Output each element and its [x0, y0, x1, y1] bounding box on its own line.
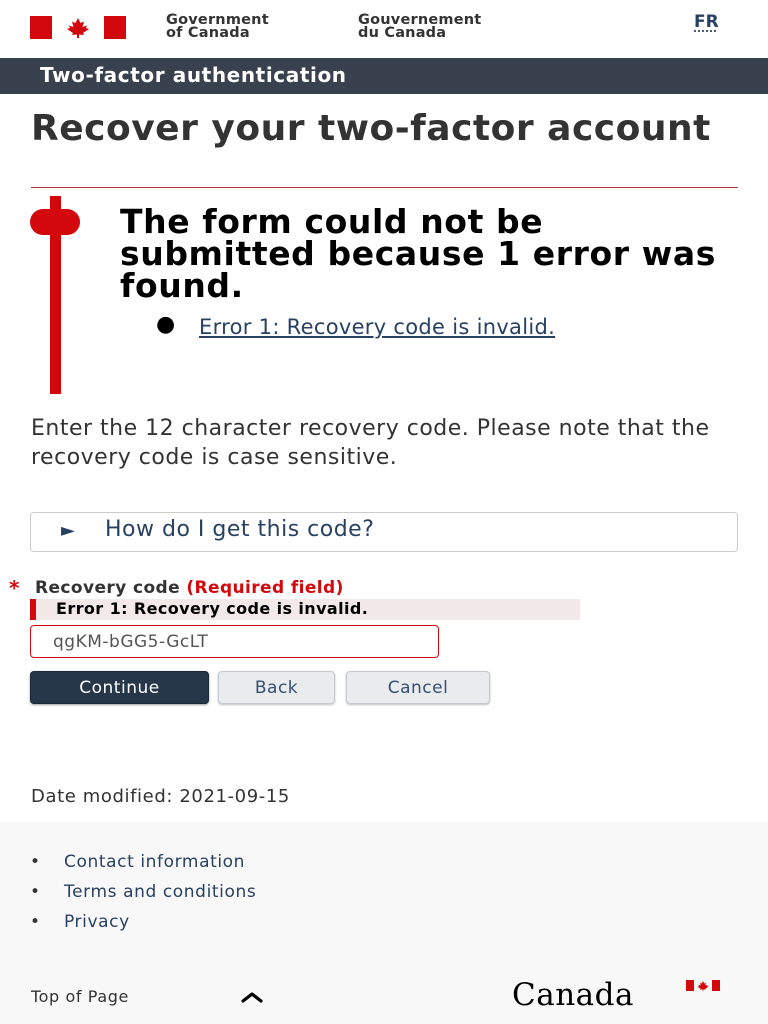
government-of-canada-signature-en: Government of Canada	[166, 13, 269, 41]
field-error-text: Error 1: Recovery code is invalid.	[56, 599, 369, 618]
contact-information-link[interactable]: Contact information	[64, 852, 245, 872]
terms-and-conditions-link[interactable]: Terms and conditions	[64, 882, 256, 902]
error-list-bullet: ●	[156, 312, 176, 337]
top-of-page-link[interactable]: Top of Page	[31, 987, 129, 1006]
canada-wordmark: Canada	[512, 977, 722, 1017]
canada-flag-icon	[30, 16, 126, 39]
error-summary-heading: The form could not be submitted because …	[120, 202, 716, 305]
wordmark-flag-icon	[686, 980, 720, 991]
privacy-link[interactable]: Privacy	[64, 912, 130, 932]
government-of-canada-signature-fr: Gouvernement du Canada	[358, 13, 481, 41]
page-title: Recover your two-factor account	[31, 108, 711, 149]
instructions-text: Enter the 12 character recovery code. Pl…	[31, 416, 710, 470]
cancel-button[interactable]: Cancel	[346, 671, 490, 704]
gov-fr-line2: du Canada	[358, 25, 447, 41]
recovery-code-label: Recovery code (Required field)	[35, 578, 344, 598]
required-marker: *	[9, 576, 20, 600]
title-divider	[31, 187, 738, 188]
footer-bullet: •	[30, 912, 41, 932]
recovery-code-input[interactable]	[30, 625, 439, 658]
error-summary-marker	[30, 209, 80, 235]
details-summary-label: How do I get this code?	[105, 517, 375, 542]
how-to-get-code-details[interactable]: ► How do I get this code?	[30, 512, 738, 552]
chevron-up-icon[interactable]	[240, 990, 264, 1004]
field-error-message: Error 1: Recovery code is invalid.	[30, 599, 580, 620]
site-header: Government of Canada Gouvernement du Can…	[0, 0, 768, 58]
back-button[interactable]: Back	[218, 671, 335, 704]
required-field-text: (Required field)	[186, 578, 344, 598]
date-modified: Date modified: 2021-09-15	[31, 786, 290, 807]
app-title: Two-factor authentication	[40, 63, 347, 87]
gov-en-line2: of Canada	[166, 25, 250, 41]
error-summary-link[interactable]: Error 1: Recovery code is invalid.	[199, 313, 679, 341]
language-toggle-link[interactable]: FR	[694, 12, 719, 32]
app-title-bar: Two-factor authentication	[0, 58, 768, 94]
site-footer: • Contact information • Terms and condit…	[0, 822, 768, 1024]
footer-bullet: •	[30, 882, 41, 902]
continue-button[interactable]: Continue	[30, 671, 209, 704]
canada-wordmark-text: Canada	[512, 977, 634, 1013]
footer-bullet: •	[30, 852, 41, 872]
disclosure-triangle-icon: ►	[61, 520, 75, 541]
recovery-code-label-text: Recovery code	[35, 578, 181, 598]
